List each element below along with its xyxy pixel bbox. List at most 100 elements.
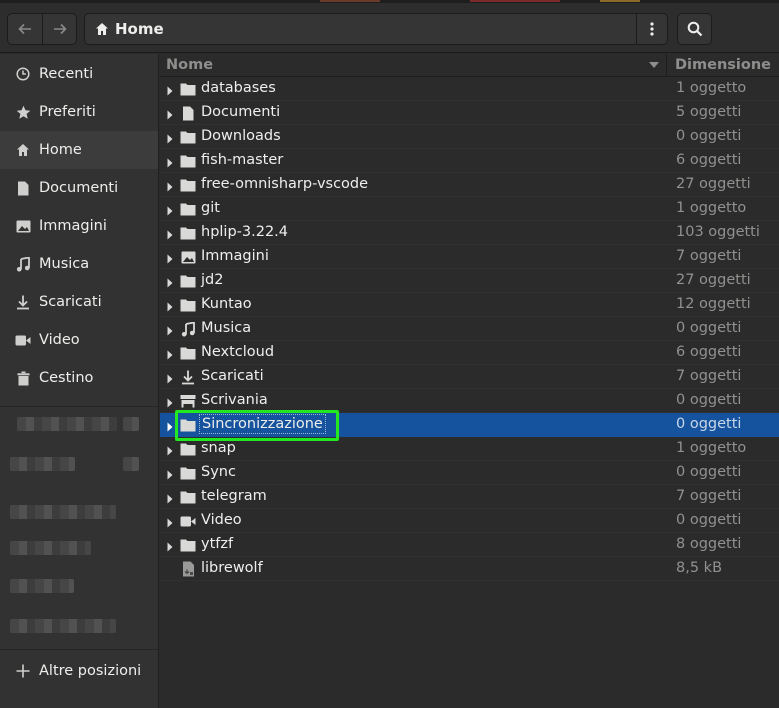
expand-arrow-icon[interactable] bbox=[167, 180, 173, 192]
file-name: Musica bbox=[201, 320, 252, 336]
expand-arrow-icon[interactable] bbox=[167, 468, 173, 480]
file-row[interactable]: Downloads 0 oggetti bbox=[160, 125, 779, 149]
column-header-name[interactable]: Nome bbox=[160, 54, 667, 77]
file-row[interactable]: hplip-3.22.4 103 oggetti bbox=[160, 221, 779, 245]
expand-arrow-icon[interactable] bbox=[167, 348, 173, 360]
expand-arrow-icon[interactable] bbox=[167, 516, 173, 528]
file-row[interactable]: free-omnisharp-vscode 27 oggetti bbox=[160, 173, 779, 197]
expand-arrow-icon[interactable] bbox=[167, 84, 173, 96]
blurred-eject-icon[interactable] bbox=[123, 457, 139, 471]
file-size: 1 oggetto bbox=[676, 200, 747, 216]
sidebar-item-label: Preferiti bbox=[39, 104, 96, 120]
expand-arrow-icon[interactable] bbox=[167, 252, 173, 264]
expand-arrow-icon[interactable] bbox=[167, 324, 173, 336]
column-header-name-label: Nome bbox=[166, 57, 214, 73]
expand-arrow-icon[interactable] bbox=[167, 228, 173, 240]
expand-arrow-icon[interactable] bbox=[167, 108, 173, 120]
folder-icon bbox=[180, 417, 196, 433]
column-header-size[interactable]: Dimensione bbox=[675, 54, 771, 77]
blurred-eject-icon[interactable] bbox=[123, 417, 139, 431]
file-size: 0 oggetti bbox=[676, 512, 742, 528]
file-row[interactable]: Nextcloud 6 oggetti bbox=[160, 341, 779, 365]
file-size: 27 oggetti bbox=[676, 272, 751, 288]
folder-icon bbox=[180, 153, 196, 169]
video-icon bbox=[180, 513, 196, 529]
file-row[interactable]: fish-master 6 oggetti bbox=[160, 149, 779, 173]
folder-icon bbox=[180, 81, 196, 97]
expand-arrow-icon[interactable] bbox=[167, 372, 173, 384]
header-bar: Home bbox=[0, 3, 779, 53]
file-name: librewolf bbox=[201, 560, 263, 576]
sidebar-item-video[interactable]: Video bbox=[0, 321, 158, 359]
file-name: Immagini bbox=[201, 248, 269, 264]
file-row[interactable]: Scrivania 0 oggetti bbox=[160, 389, 779, 413]
blurred-mount-entry[interactable] bbox=[10, 457, 75, 471]
back-button[interactable] bbox=[8, 14, 42, 44]
sidebar-item-musica[interactable]: Musica bbox=[0, 245, 158, 283]
file-row[interactable]: Documenti 5 oggetti bbox=[160, 101, 779, 125]
expand-arrow-icon[interactable] bbox=[167, 444, 173, 456]
file-row[interactable]: Video 0 oggetti bbox=[160, 509, 779, 533]
expand-arrow-icon[interactable] bbox=[167, 132, 173, 144]
file-name: Sincronizzazione bbox=[199, 414, 326, 434]
home-icon bbox=[96, 23, 108, 35]
file-name: Scrivania bbox=[201, 392, 268, 408]
file-size: 5 oggetti bbox=[676, 104, 742, 120]
search-button[interactable] bbox=[677, 13, 712, 45]
document-icon bbox=[180, 105, 196, 121]
file-row[interactable]: Sincronizzazione 0 oggetti bbox=[160, 413, 779, 437]
file-row[interactable]: jd2 27 oggetti bbox=[160, 269, 779, 293]
sidebar-item-scaricati[interactable]: Scaricati bbox=[0, 283, 158, 321]
file-name: Documenti bbox=[201, 104, 281, 120]
column-headers: Nome Dimensione bbox=[160, 54, 779, 77]
sidebar-item-home[interactable]: Home bbox=[0, 131, 158, 169]
file-size: 0 oggetti bbox=[676, 464, 742, 480]
file-row[interactable]: Kuntao 12 oggetti bbox=[160, 293, 779, 317]
file-row[interactable]: Musica 0 oggetti bbox=[160, 317, 779, 341]
expand-arrow-icon[interactable] bbox=[167, 300, 173, 312]
expand-arrow-icon[interactable] bbox=[167, 492, 173, 504]
sidebar-item-other-locations[interactable]: Altre posizioni bbox=[0, 652, 158, 690]
file-row[interactable]: databases 1 oggetto bbox=[160, 77, 779, 101]
sidebar-item-cestino[interactable]: Cestino bbox=[0, 359, 158, 397]
search-icon bbox=[687, 21, 702, 37]
sidebar-separator bbox=[0, 406, 158, 407]
file-rows: databases 1 oggetto Documenti 5 oggetti Down… bbox=[160, 77, 779, 581]
file-icon bbox=[180, 561, 196, 577]
vertical-dots-icon bbox=[650, 22, 654, 36]
blurred-mount-entry[interactable] bbox=[17, 417, 117, 431]
sidebar-item-immagini[interactable]: Immagini bbox=[0, 207, 158, 245]
sidebar-item-label: Altre posizioni bbox=[39, 663, 142, 679]
file-row[interactable]: Scaricati 7 oggetti bbox=[160, 365, 779, 389]
expand-arrow-icon[interactable] bbox=[167, 204, 173, 216]
file-row[interactable]: Immagini 7 oggetti bbox=[160, 245, 779, 269]
blurred-bookmark[interactable] bbox=[10, 619, 116, 633]
expand-arrow-icon[interactable] bbox=[167, 540, 173, 552]
file-size: 8,5 kB bbox=[676, 560, 723, 576]
file-row[interactable]: snap 1 oggetto bbox=[160, 437, 779, 461]
folder-icon bbox=[180, 345, 196, 361]
expand-arrow-icon[interactable] bbox=[167, 420, 173, 432]
location-path-bar[interactable]: Home bbox=[84, 13, 637, 45]
blurred-bookmark[interactable] bbox=[10, 579, 74, 593]
file-size: 0 oggetti bbox=[676, 416, 742, 432]
sidebar-item-documenti[interactable]: Documenti bbox=[0, 169, 158, 207]
file-name: databases bbox=[201, 80, 276, 96]
sidebar-item-preferiti[interactable]: Preferiti bbox=[0, 93, 158, 131]
expand-arrow-icon[interactable] bbox=[167, 396, 173, 408]
blurred-bookmark[interactable] bbox=[10, 541, 91, 555]
file-row[interactable]: ytfzf 8 oggetti bbox=[160, 533, 779, 557]
file-row[interactable]: Sync 0 oggetti bbox=[160, 461, 779, 485]
blurred-bookmark[interactable] bbox=[10, 505, 116, 519]
sidebar-item-label: Documenti bbox=[39, 180, 119, 196]
file-size: 6 oggetti bbox=[676, 152, 742, 168]
sidebar-item-recenti[interactable]: Recenti bbox=[0, 55, 158, 93]
expand-arrow-icon[interactable] bbox=[167, 276, 173, 288]
view-menu-button[interactable] bbox=[636, 13, 668, 45]
breadcrumb-home[interactable]: Home bbox=[115, 20, 164, 38]
file-row[interactable]: telegram 7 oggetti bbox=[160, 485, 779, 509]
forward-button[interactable] bbox=[42, 14, 76, 44]
file-row[interactable]: git 1 oggetto bbox=[160, 197, 779, 221]
file-row[interactable]: librewolf 8,5 kB bbox=[160, 557, 779, 581]
expand-arrow-icon[interactable] bbox=[167, 156, 173, 168]
